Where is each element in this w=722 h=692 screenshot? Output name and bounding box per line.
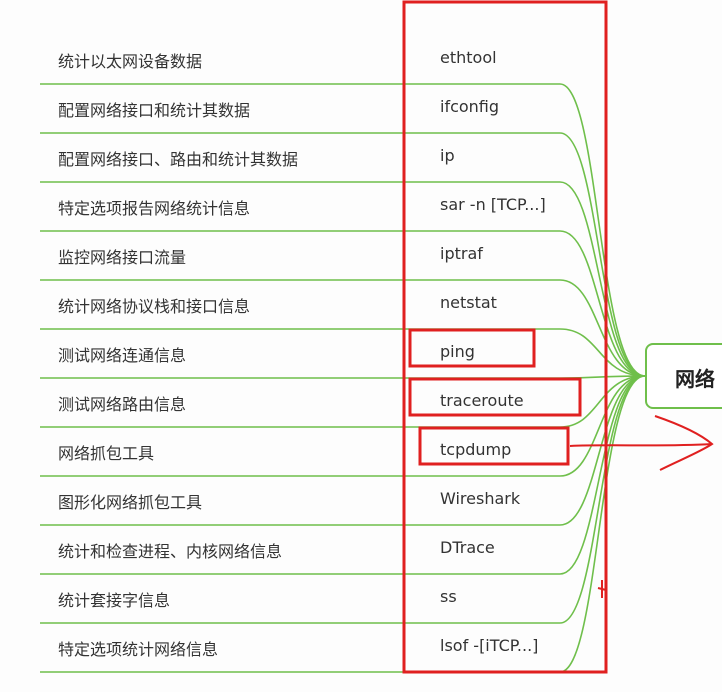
command-highlight-box (418, 426, 570, 466)
arrow-head-icon (654, 415, 714, 471)
command-column-highlight (402, 0, 608, 674)
red-annotations (402, 0, 714, 674)
mindmap-canvas: 统计以太网设备数据 ethtool 配置网络接口和统计其数据 ifconfig 配置网络… (0, 0, 722, 692)
command-highlight-box (408, 377, 582, 417)
command-highlight-box (408, 328, 536, 368)
arrow-line (569, 443, 713, 447)
